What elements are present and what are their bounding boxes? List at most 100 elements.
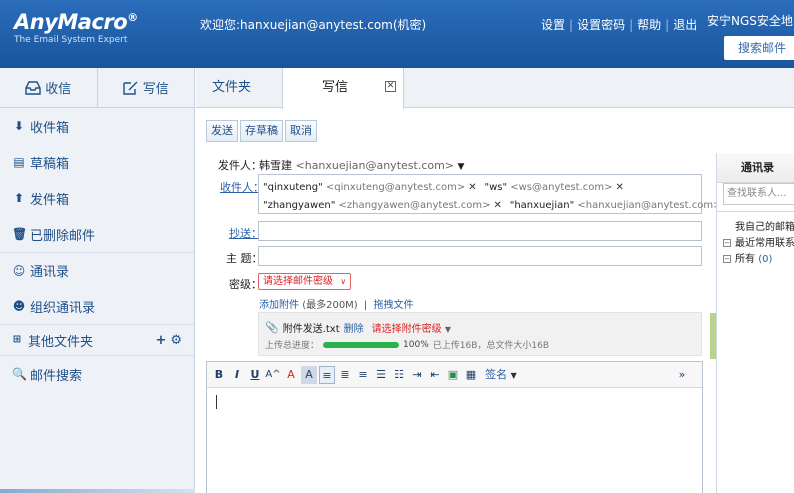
drag-file-link[interactable]: 拖拽文件	[373, 300, 413, 311]
ordered-list-icon[interactable]: ☰	[373, 366, 389, 384]
paperclip-icon: 📎	[265, 321, 279, 334]
font-color-button[interactable]: A	[283, 366, 299, 384]
caret-down-icon: ▼	[444, 325, 451, 334]
attachment-box: 📎 附件发送.txt 删除 请选择附件密级 ▼ 上传总进度： 100% 已上传1…	[258, 312, 702, 356]
signature-dropdown[interactable]: 签名 ▼	[481, 366, 521, 384]
sidebar-item-label: 通讯录	[30, 265, 70, 280]
expand-plus-icon[interactable]: ⊞	[10, 333, 24, 347]
progress-label: 上传总进度：	[265, 341, 320, 351]
recipients-field[interactable]: "qinxuteng" <qinxuteng@anytest.com> ✕ "ws…	[258, 174, 733, 214]
settings-link[interactable]: 设置	[541, 18, 565, 32]
add-attachment-link[interactable]: 添加附件	[259, 300, 299, 311]
align-center-icon[interactable]: ≣	[337, 366, 353, 384]
from-email: <hanxuejian@anytest.com>	[295, 159, 455, 172]
save-draft-button[interactable]: 存草稿	[240, 120, 283, 142]
other-folders-group: ⊞ 其他文件夹	[10, 331, 93, 350]
chevron-down-icon: ▼	[457, 162, 465, 172]
contacts-all-count: (0)	[758, 254, 773, 265]
sidebar-item-label: 组织通讯录	[30, 300, 96, 316]
cancel-button[interactable]: 取消	[285, 120, 317, 142]
attachment-row: 📎 附件发送.txt 删除 请选择附件密级 ▼	[265, 320, 451, 335]
cc-input[interactable]	[258, 221, 702, 241]
sidebar-other-folders[interactable]: ⊞ 其他文件夹 + ⚙	[0, 324, 194, 356]
inbox-tab[interactable]: 收信	[0, 68, 98, 107]
delete-attachment-link[interactable]: 删除	[344, 320, 364, 335]
bold-button[interactable]: B	[211, 366, 227, 384]
sidebar-item-label: 发件箱	[30, 192, 70, 208]
sidebar: 收信 写信 ⬇ 收件箱 ▤ 草稿箱 ⬆ 发件箱 🗑 已删除邮件 ☺ 通讯录 ☻ …	[0, 68, 195, 493]
insert-image-icon[interactable]: ▣	[445, 366, 461, 384]
contacts-recent[interactable]: − 最近常用联系	[723, 234, 794, 249]
expand-icon[interactable]: −	[723, 255, 731, 263]
sidebar-item-inbox[interactable]: ⬇ 收件箱	[0, 108, 194, 144]
subject-input[interactable]	[258, 246, 702, 266]
remove-recipient-icon[interactable]: ✕	[494, 200, 502, 211]
attachment-level-select[interactable]: 请选择附件密级 ▼	[372, 320, 451, 335]
contacts-title: 通讯录	[717, 153, 794, 183]
highlight-color-button[interactable]: A	[301, 365, 317, 384]
link-separator: |	[569, 18, 574, 32]
sidebar-item-mail-search[interactable]: 🔍 邮件搜索	[0, 356, 194, 392]
editor-toolbar: B I U A^ A A ≡ ≣ ≡ ☰ ☷ ⇥ ⇤ ▣ ▦ 签名 ▼ »	[207, 362, 702, 388]
sidebar-item-deleted[interactable]: 🗑 已删除邮件	[0, 216, 194, 252]
recipient-chip[interactable]: "zhangyawen" <zhangyawen@anytest.com> ✕	[263, 200, 502, 211]
add-folder-icon[interactable]: +	[155, 333, 166, 348]
sidebar-item-label: 已删除邮件	[30, 228, 96, 244]
tab-folders[interactable]: 文件夹	[212, 68, 251, 108]
font-size-button[interactable]: A^	[265, 366, 281, 384]
italic-button[interactable]: I	[229, 366, 245, 384]
logout-link[interactable]: 退出	[673, 18, 697, 32]
contact-search-input[interactable]: 查找联系人...	[723, 183, 794, 205]
change-password-link[interactable]: 设置密码	[577, 18, 625, 32]
welcome-text: 欢迎您:hanxuejian@anytest.com(机密)	[200, 18, 427, 32]
close-tab-icon[interactable]: ✕	[385, 81, 396, 92]
folder-settings-gear-icon[interactable]: ⚙	[170, 333, 182, 348]
unordered-list-icon[interactable]: ☷	[391, 366, 407, 384]
align-right-icon[interactable]: ≡	[355, 366, 371, 384]
trash-icon: 🗑	[12, 227, 28, 241]
attachment-filename: 附件发送.txt	[282, 324, 340, 335]
expand-icon[interactable]: −	[723, 239, 731, 247]
message-editor[interactable]: B I U A^ A A ≡ ≣ ≡ ☰ ☷ ⇥ ⇤ ▣ ▦ 签名 ▼ »	[206, 361, 703, 493]
outdent-icon[interactable]: ⇤	[427, 366, 443, 384]
inbox-icon: ⬇	[13, 119, 25, 133]
progress-percent: 100%	[403, 339, 429, 350]
help-link[interactable]: 帮助	[637, 18, 661, 32]
contacts-person-icon: ☺	[12, 263, 26, 278]
underline-button[interactable]: U	[247, 366, 263, 384]
search-mail-button[interactable]: 搜索邮件	[724, 36, 794, 60]
from-select[interactable]: 韩雪建 <hanxuejian@anytest.com> ▼	[259, 157, 464, 173]
security-level-select[interactable]: 请选择邮件密级 ∨	[258, 273, 352, 290]
top-header: AnyMacro® The Email System Expert 欢迎您:ha…	[0, 0, 794, 68]
other-folders-label: 其他文件夹	[28, 334, 94, 350]
org-contacts-icon: ☻	[12, 299, 26, 313]
sidebar-item-contacts[interactable]: ☺ 通讯录	[0, 252, 194, 288]
remove-recipient-icon[interactable]: ✕	[616, 182, 624, 193]
recipient-chip[interactable]: "ws" <ws@anytest.com> ✕	[484, 182, 623, 193]
sidebar-item-sent[interactable]: ⬆ 发件箱	[0, 180, 194, 216]
contacts-my-mailboxes[interactable]: 我自己的邮箱	[735, 218, 794, 233]
logo-text: AnyMacro	[14, 10, 128, 34]
sidebar-item-label: 收件箱	[30, 120, 70, 136]
send-button[interactable]: 发送	[206, 120, 238, 142]
upload-progress-row: 上传总进度： 100% 已上传16B，总文件大小16B	[265, 338, 549, 352]
insert-table-icon[interactable]: ▦	[463, 366, 479, 384]
align-left-icon[interactable]: ≡	[319, 365, 335, 384]
compose-tab[interactable]: 写信	[98, 68, 195, 107]
contacts-all[interactable]: − 所有 (0)	[723, 250, 772, 265]
indent-icon[interactable]: ⇥	[409, 366, 425, 384]
tab-bar: 文件夹 写信 ✕	[196, 68, 794, 109]
inbox-tray-icon	[25, 80, 41, 95]
contacts-panel: 通讯录 查找联系人... 我自己的邮箱 − 最近常用联系 − 所有 (0)	[716, 153, 794, 493]
recipient-chip[interactable]: "qinxuteng" <qinxuteng@anytest.com> ✕	[263, 182, 477, 193]
recipient-chip[interactable]: "hanxuejian" <hanxuejian@anytest.com>✕	[510, 200, 733, 211]
remove-recipient-icon[interactable]: ✕	[468, 182, 476, 193]
sidebar-item-org-contacts[interactable]: ☻ 组织通讯录	[0, 288, 194, 324]
link-separator: |	[665, 18, 670, 32]
tab-compose-label[interactable]: 写信	[322, 68, 348, 108]
progress-bar-track	[323, 341, 400, 348]
sidebar-item-drafts[interactable]: ▤ 草稿箱	[0, 144, 194, 180]
anymacro-logo: AnyMacro® The Email System Expert	[14, 10, 138, 45]
security-level-value: 请选择邮件密级	[263, 276, 333, 287]
collapse-toolbar-icon[interactable]: »	[674, 366, 690, 384]
